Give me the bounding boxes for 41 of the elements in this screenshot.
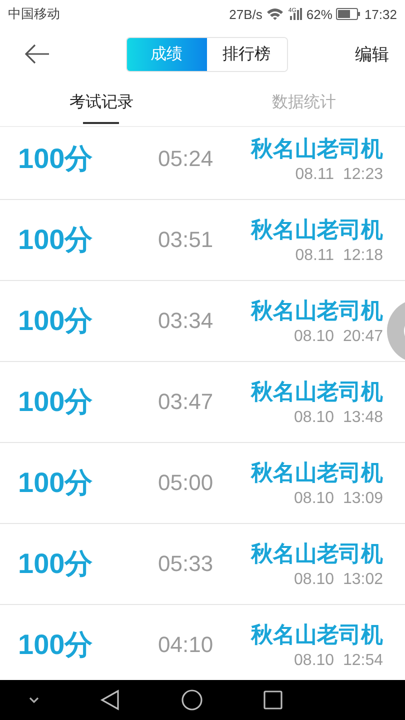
clock-time: 17:32 <box>364 6 397 22</box>
duration-text: 05:00 <box>158 470 214 496</box>
score-text: 100分 <box>18 385 94 419</box>
score-text: 100分 <box>18 142 94 176</box>
wifi-icon <box>266 7 284 21</box>
user-name: 秋名山老司机 <box>251 459 383 487</box>
battery-icon <box>336 8 360 20</box>
duration-text: 05:33 <box>158 551 214 577</box>
score-text: 100分 <box>18 466 94 500</box>
duration-text: 03:51 <box>158 227 214 253</box>
duration-text: 03:34 <box>158 308 214 334</box>
user-name: 秋名山老司机 <box>251 540 383 568</box>
signal-icon <box>290 8 302 20</box>
back-arrow-icon <box>24 44 50 64</box>
recents-square-icon <box>262 690 283 710</box>
score-text: 100分 <box>18 628 94 662</box>
user-name: 秋名山老司机 <box>251 135 383 163</box>
user-name: 秋名山老司机 <box>251 216 383 244</box>
user-name: 秋名山老司机 <box>251 297 383 325</box>
score-text: 100分 <box>18 304 94 338</box>
record-date: 08.10 20:47 <box>294 328 383 346</box>
score-text: 100分 <box>18 547 94 581</box>
record-date: 08.11 12:23 <box>295 166 383 184</box>
duration-text: 03:47 <box>158 389 214 415</box>
record-date: 08.10 12:54 <box>294 652 383 670</box>
record-date: 08.10 13:48 <box>294 409 383 427</box>
user-name: 秋名山老司机 <box>251 621 383 649</box>
home-circle-icon <box>180 689 203 711</box>
record-date: 08.10 13:09 <box>294 490 383 508</box>
score-text: 100分 <box>18 223 94 257</box>
edit-button[interactable]: 编辑 <box>351 38 393 70</box>
chevron-down-icon <box>28 696 40 704</box>
back-triangle-icon <box>100 689 120 711</box>
carrier-name: 中国移动 <box>8 5 60 23</box>
network-speed: 27B/s <box>229 6 262 22</box>
duration-text: 04:10 <box>158 632 214 658</box>
record-date: 08.10 13:02 <box>294 571 383 589</box>
battery-percent: 62% <box>306 6 332 22</box>
record-date: 08.11 12:18 <box>295 247 383 265</box>
user-name: 秋名山老司机 <box>251 378 383 406</box>
duration-text: 05:24 <box>158 146 214 172</box>
